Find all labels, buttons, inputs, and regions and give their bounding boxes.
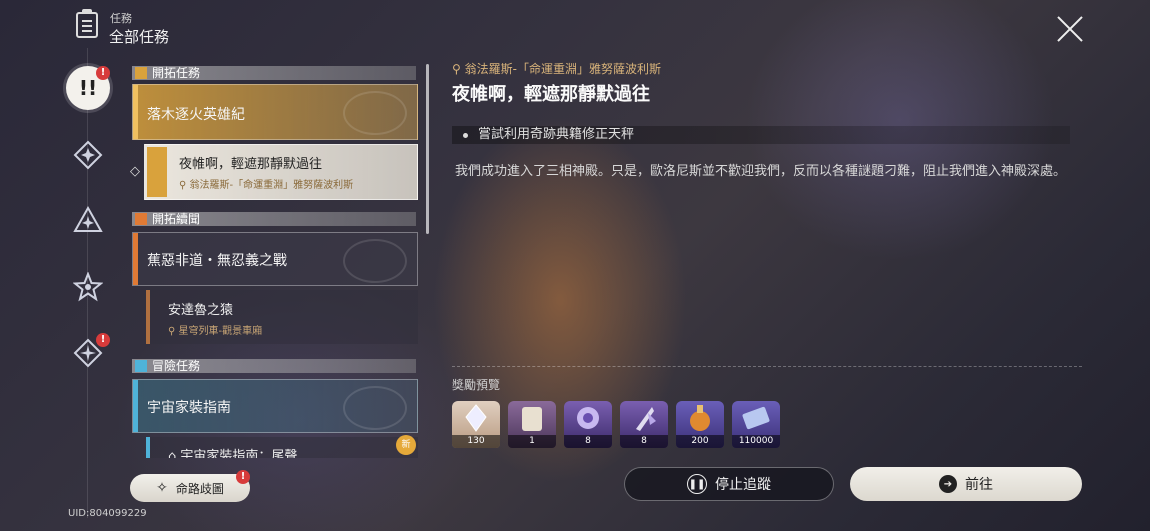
quest-location: ⚲ 翁法羅斯-「命運重淵」雅努薩波利斯 xyxy=(179,180,354,191)
reward-preview-label: 獎勵預覽 xyxy=(452,378,501,392)
pause-icon: ❚❚ xyxy=(687,474,707,494)
star-icon xyxy=(73,272,103,302)
scrollbar[interactable] xyxy=(426,64,429,234)
section-header-adventure: 冒險任務 xyxy=(132,359,416,373)
quest-location: ⚲ 星穹列車-觀景車廂 xyxy=(168,326,263,337)
quest-description: 我們成功進入了三相神殿。只是，歐洛尼斯並不歡迎我們，反而以各種謎題刁難，阻止我們… xyxy=(455,164,1067,179)
diamond-star-icon xyxy=(73,140,103,170)
path-map-badge: ! xyxy=(236,470,250,484)
quest-location-detail: ⚲ 翁法羅斯-「命運重淵」雅努薩波利斯 xyxy=(452,62,661,76)
path-map-button[interactable]: ✧ 命路歧圖 xyxy=(130,474,250,502)
selected-arrow-icon: ◇ xyxy=(130,164,140,179)
section-icon xyxy=(135,67,147,79)
emblem-icon xyxy=(343,91,407,135)
quest-card-main-3[interactable]: 宇宙家裝指南 xyxy=(132,379,418,433)
quest-card-main-1[interactable]: 落木逐火英雄紀 xyxy=(132,84,418,140)
rail-tab-adventure[interactable] xyxy=(68,267,108,307)
rail-tab-trailblaze[interactable] xyxy=(68,135,108,175)
tracking-marker-icon xyxy=(147,147,167,197)
quest-title: ⌂ 宇宙家裝指南：尾聲 xyxy=(168,445,297,458)
reward-item-5[interactable]: 200 xyxy=(676,401,724,448)
header-category-label: 任務 xyxy=(110,12,132,25)
reward-item-4[interactable]: 8 xyxy=(620,401,668,448)
stellar-jade-icon xyxy=(465,404,487,432)
arrow-right-icon: ➔ xyxy=(939,475,957,493)
section-header-continuance: 開拓續聞 xyxy=(132,212,416,226)
exp-potion-icon xyxy=(690,405,710,431)
reward-item-6[interactable]: 110000 xyxy=(732,401,780,448)
reward-item-3[interactable]: 8 xyxy=(564,401,612,448)
quest-card-selected[interactable]: 夜帷啊，輕遮那靜默過往 ⚲ 翁法羅斯-「命運重淵」雅努薩波利斯 xyxy=(144,144,418,200)
close-icon[interactable] xyxy=(1056,15,1084,43)
section-icon xyxy=(135,213,147,225)
home-icon: ⌂ xyxy=(168,449,181,458)
reward-item-2[interactable]: 1 xyxy=(508,401,556,448)
scroll-icon xyxy=(522,407,542,431)
quest-title: 蕉惡非道・無忍義之戰 xyxy=(147,253,287,269)
quest-card-main-2[interactable]: 蕉惡非道・無忍義之戰 xyxy=(132,232,418,286)
quest-title-detail: 夜帷啊，輕遮那靜默過往 xyxy=(452,84,650,105)
section-header-trailblaze: 開拓任務 xyxy=(132,66,416,80)
reward-item-1[interactable]: 130 xyxy=(452,401,500,448)
new-badge: 新 xyxy=(396,435,416,455)
quest-card-sub-3[interactable]: ⌂ 宇宙家裝指南：尾聲 新 xyxy=(146,435,418,458)
purple-material-icon xyxy=(577,407,599,429)
triangle-star-icon xyxy=(73,205,103,232)
exclamation-icon: !! xyxy=(78,76,98,100)
quest-title: 宇宙家裝指南 xyxy=(147,400,231,416)
credit-icon xyxy=(742,406,770,430)
quest-objective: 嘗試利用奇跡典籍修正天秤 xyxy=(452,126,1070,144)
page-title: 全部任務 xyxy=(109,28,170,46)
rail-notification-badge-2: ! xyxy=(96,333,110,347)
quest-list[interactable]: 開拓任務 落木逐火英雄紀 夜帷啊，輕遮那靜默過往 ⚲ 翁法羅斯-「命運重淵」雅努… xyxy=(130,62,430,458)
quest-card-sub-2[interactable]: 安達魯之猿 ⚲ 星穹列車-觀景車廂 xyxy=(146,290,418,344)
emblem-icon xyxy=(343,239,407,283)
path-icon: ✧ xyxy=(156,480,168,496)
divider xyxy=(452,366,1082,367)
bullet-icon xyxy=(463,133,468,138)
player-uid: UID:804099229 xyxy=(68,508,147,519)
stop-tracking-button[interactable]: ❚❚ 停止追蹤 xyxy=(624,467,834,501)
section-icon xyxy=(135,360,147,372)
emblem-icon xyxy=(343,386,407,430)
quest-title: 安達魯之猿 xyxy=(168,303,234,318)
quest-title: 落木逐火英雄紀 xyxy=(147,107,245,123)
quest-log-icon xyxy=(76,9,98,38)
rail-notification-badge: ! xyxy=(96,66,110,80)
purple-crystal-icon xyxy=(636,407,656,431)
go-button[interactable]: ➔ 前往 xyxy=(850,467,1082,501)
rail-tab-companion[interactable] xyxy=(68,200,108,240)
quest-title: 夜帷啊，輕遮那靜默過往 xyxy=(179,157,323,172)
